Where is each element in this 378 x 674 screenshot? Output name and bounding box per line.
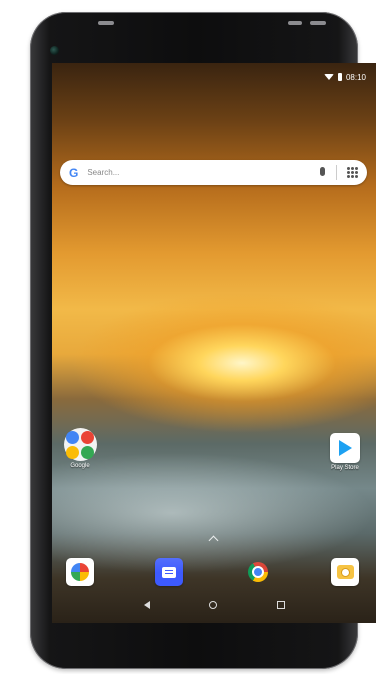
battery-icon — [337, 73, 342, 81]
google-folder-icon — [63, 428, 97, 461]
search-input[interactable] — [85, 167, 290, 178]
navigation-bar — [52, 597, 376, 615]
camera-icon — [336, 565, 354, 579]
pinwheel-icon — [71, 563, 89, 581]
chrome-icon — [248, 562, 268, 582]
google-search-bar[interactable]: G — [60, 160, 367, 185]
back-icon[interactable] — [144, 601, 150, 609]
messages-icon — [162, 566, 176, 578]
side-button — [310, 21, 326, 25]
power-button — [288, 21, 302, 25]
home-screen: 08:10 G Google Play Store — [52, 63, 376, 623]
wifi-icon — [323, 74, 334, 80]
microphone-icon[interactable] — [320, 167, 325, 176]
play-store-app[interactable]: Play Store — [322, 433, 368, 471]
google-folder[interactable]: Google — [57, 428, 103, 469]
play-store-icon — [330, 433, 360, 463]
play-store-label: Play Store — [331, 465, 359, 471]
recents-icon[interactable] — [277, 601, 285, 609]
google-folder-label: Google — [70, 463, 90, 469]
app-drawer-arrow-icon[interactable] — [208, 535, 219, 546]
dock-app-messages[interactable] — [155, 558, 183, 586]
home-icon[interactable] — [209, 601, 217, 609]
volume-button — [98, 21, 114, 25]
dock-app-pinwheel[interactable] — [66, 558, 94, 586]
status-time: 08:10 — [345, 72, 366, 82]
search-divider — [336, 165, 337, 180]
dock-app-camera[interactable] — [331, 558, 359, 586]
app-grid-icon[interactable] — [347, 167, 358, 178]
status-bar: 08:10 — [323, 71, 366, 83]
google-g-icon: G — [69, 165, 79, 180]
front-camera — [50, 46, 59, 55]
dock-app-chrome[interactable] — [244, 558, 272, 586]
